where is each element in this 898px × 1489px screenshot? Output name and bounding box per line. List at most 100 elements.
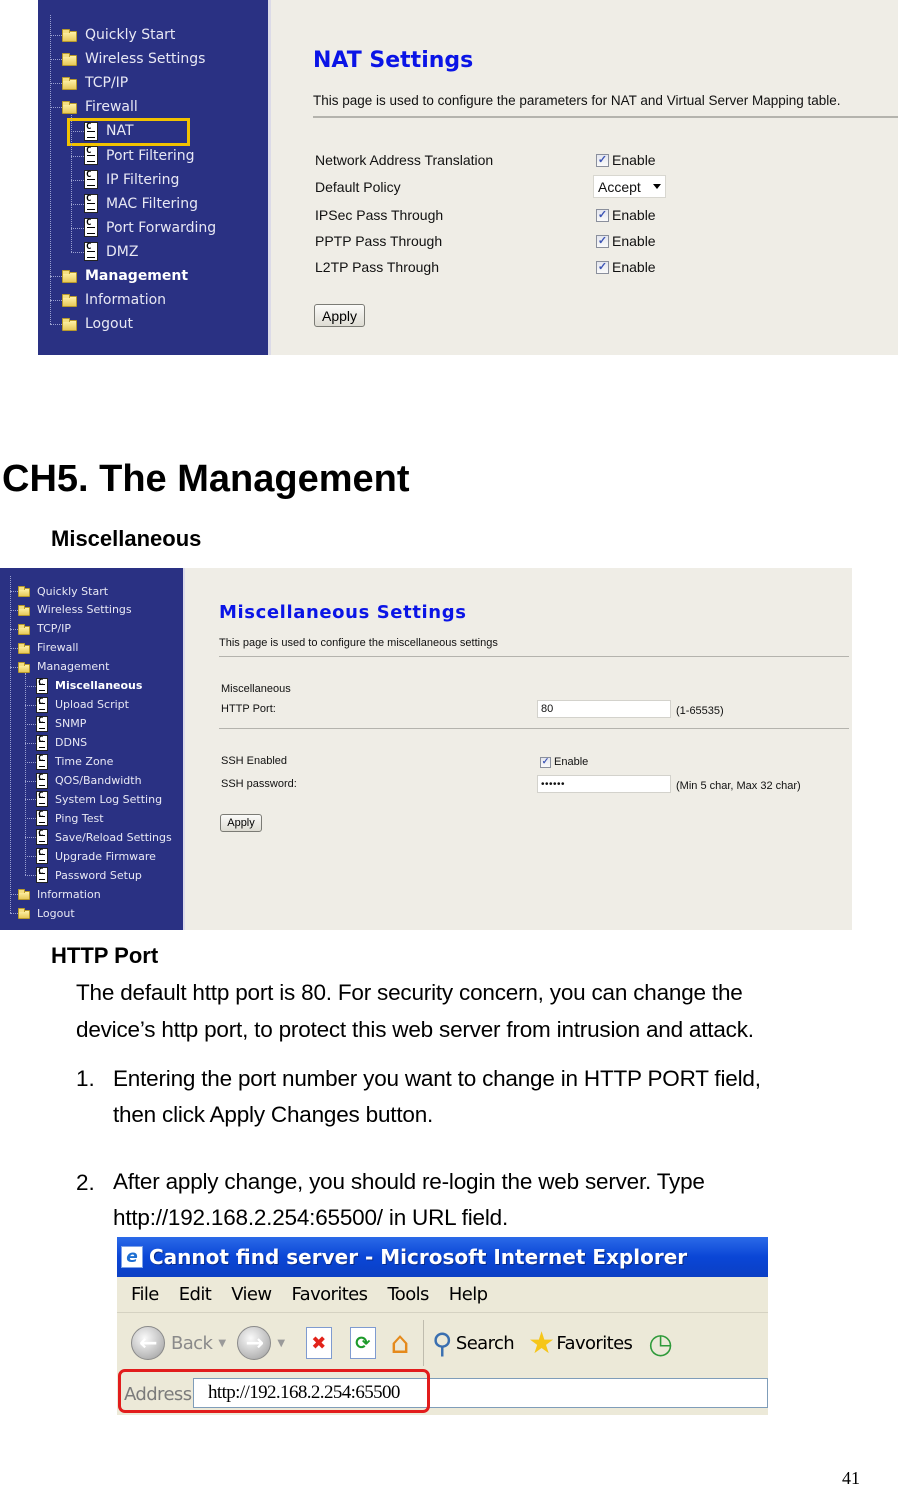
favorites-button-label[interactable]: Favorites <box>556 1333 633 1354</box>
checkbox-label: Enable <box>612 152 656 168</box>
nat-settings-screenshot: Quickly Start Wireless Settings TCP/IP Fire… <box>38 0 898 355</box>
nav-item-dmz[interactable]: DMZ <box>84 242 139 262</box>
home-icon[interactable]: ⌂ <box>391 1326 410 1361</box>
nav-item-firewall[interactable]: Firewall <box>62 98 138 116</box>
http-port-input[interactable]: 80 <box>537 700 671 718</box>
menu-view[interactable]: View <box>231 1284 272 1305</box>
menu-tools[interactable]: Tools <box>387 1284 429 1305</box>
folder-icon <box>18 604 30 616</box>
folder-open-icon <box>62 101 77 115</box>
nav-item-label: TCP/IP <box>37 622 71 636</box>
nav-item-upload-script[interactable]: Upload Script <box>36 696 129 713</box>
nav-item-save-reload-settings[interactable]: Save/Reload Settings <box>36 829 172 846</box>
nav-item-quickly-start[interactable]: Quickly Start <box>18 584 108 598</box>
nav-item-tcp-ip[interactable]: TCP/IP <box>62 74 128 92</box>
nav-item-label: Firewall <box>37 641 79 655</box>
default-policy-value: Accept <box>598 178 641 195</box>
nav-item-firewall[interactable]: Firewall <box>18 641 78 655</box>
nav-item-management[interactable]: Management <box>18 660 109 674</box>
nav-item-label: DMZ <box>106 243 139 260</box>
tree-line <box>71 227 84 229</box>
nav-item-logout[interactable]: Logout <box>18 906 75 920</box>
nav-item-time-zone[interactable]: Time Zone <box>36 753 114 770</box>
back-dropdown-icon[interactable]: ▼ <box>218 1338 226 1349</box>
forward-arrow-icon[interactable]: → <box>237 1326 272 1360</box>
page-description: This page is used to configure the misce… <box>219 637 498 649</box>
page-icon <box>84 170 98 190</box>
nav-item-password-setup[interactable]: Password Setup <box>36 867 142 884</box>
nav-highlight-box <box>67 118 190 147</box>
nav-item-quickly-start[interactable]: Quickly Start <box>62 26 175 44</box>
apply-button[interactable]: Apply <box>314 304 365 327</box>
page-icon <box>36 791 48 808</box>
ipsec-enable-checkbox[interactable]: Enable <box>596 207 656 223</box>
nav-item-management[interactable]: Management <box>62 267 188 285</box>
divider <box>313 116 898 118</box>
refresh-icon[interactable]: ⟳ <box>349 1327 376 1359</box>
folder-icon <box>62 270 77 283</box>
tree-line <box>10 628 18 630</box>
nav-item-information[interactable]: Information <box>62 291 166 309</box>
forward-dropdown-icon[interactable]: ▼ <box>277 1338 285 1349</box>
nav-item-logout[interactable]: Logout <box>62 315 133 333</box>
nav-item-label: Password Setup <box>55 868 142 882</box>
back-button-label[interactable]: Back <box>171 1333 213 1354</box>
nav-item-label: Information <box>85 292 167 309</box>
menu-file[interactable]: File <box>131 1284 159 1305</box>
nav-item-wireless-settings[interactable]: Wireless Settings <box>62 50 205 68</box>
apply-button[interactable]: Apply <box>220 814 262 832</box>
l2tp-enable-checkbox[interactable]: Enable <box>596 259 656 275</box>
misc-settings-screenshot: Quickly Start Wireless Settings TCP/IP Fire… <box>0 568 852 930</box>
nav-item-upgrade-firmware[interactable]: Upgrade Firmware <box>36 848 156 865</box>
window-title: Cannot find server - Microsoft Internet … <box>149 1245 688 1269</box>
ssh-enable-checkbox[interactable]: Enable <box>540 756 588 768</box>
nav-item-label: IP Filtering <box>106 171 180 188</box>
http-port-paragraph-line1: The default http port is 80. For securit… <box>76 980 743 1005</box>
ssh-password-input[interactable]: •••••• <box>537 775 671 793</box>
tree-line <box>10 575 11 914</box>
search-icon[interactable]: ⚲ <box>432 1327 453 1360</box>
tree-line <box>50 324 62 326</box>
nav-item-mac-filtering[interactable]: MAC Filtering <box>84 194 198 214</box>
folder-icon <box>62 77 77 91</box>
menu-help[interactable]: Help <box>449 1284 488 1305</box>
ie-logo-icon: e <box>121 1246 143 1268</box>
stop-icon[interactable]: ✖ <box>305 1327 332 1359</box>
l2tp-label: L2TP Pass Through <box>315 259 440 275</box>
chevron-down-icon <box>653 184 661 189</box>
nav-item-port-forwarding[interactable]: Port Forwarding <box>84 218 217 238</box>
page-number: 41 <box>842 1468 860 1488</box>
nav-item-snmp[interactable]: SNMP <box>36 715 86 732</box>
nav-item-ip-filtering[interactable]: IP Filtering <box>84 170 180 190</box>
nav-item-label: Time Zone <box>55 755 114 769</box>
pptp-enable-checkbox[interactable]: Enable <box>596 233 656 249</box>
nav-item-tcp-ip[interactable]: TCP/IP <box>18 622 71 636</box>
favorites-star-icon[interactable]: ★ <box>528 1326 555 1361</box>
nav-item-miscellaneous[interactable]: Miscellaneous <box>36 677 143 694</box>
nav-item-label: Port Forwarding <box>106 219 217 236</box>
nav-item-ddns[interactable]: DDNS <box>36 734 87 751</box>
toolbar-separator <box>422 1320 424 1366</box>
page-icon <box>36 696 48 713</box>
nav-item-label: Quickly Start <box>85 27 176 43</box>
tree-line <box>25 672 26 876</box>
section-title: Miscellaneous <box>51 526 202 551</box>
history-icon[interactable]: ◷ <box>648 1327 672 1360</box>
tree-line <box>10 913 18 915</box>
nav-item-ping-test[interactable]: Ping Test <box>36 810 104 827</box>
folder-open-icon <box>18 661 30 673</box>
nav-item-label: Miscellaneous <box>55 679 143 693</box>
search-button-label[interactable]: Search <box>456 1333 515 1354</box>
menu-favorites[interactable]: Favorites <box>292 1284 369 1305</box>
nav-item-label: Logout <box>37 906 75 920</box>
nat-enable-checkbox[interactable]: Enable <box>596 152 656 168</box>
nav-item-system-log-setting[interactable]: System Log Setting <box>36 791 162 808</box>
back-arrow-icon[interactable]: ← <box>131 1326 165 1360</box>
default-policy-select[interactable]: Accept <box>593 175 666 198</box>
nav-item-wireless-settings[interactable]: Wireless Settings <box>18 603 132 617</box>
nav-item-port-filtering[interactable]: Port Filtering <box>84 146 195 165</box>
menu-edit[interactable]: Edit <box>179 1284 212 1305</box>
tree-line <box>25 780 36 782</box>
nav-item-qos-bandwidth[interactable]: QOS/Bandwidth <box>36 772 142 789</box>
nav-item-information[interactable]: Information <box>18 887 101 901</box>
